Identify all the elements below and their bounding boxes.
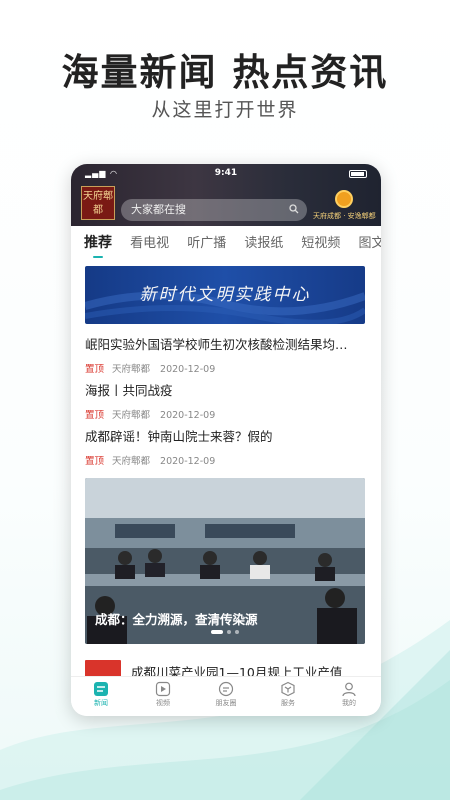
news-source: 天府郫都 xyxy=(112,456,151,467)
phone-frame: ▂▄▆ ◠ 9:41 天府郫都 大家都在搜 天府成都 · 安逸郫都 推荐 看电视… xyxy=(71,164,381,716)
news-date: 2020-12-09 xyxy=(160,410,216,421)
search-placeholder: 大家都在搜 xyxy=(131,203,186,216)
promo-subline: 从这里打开世界 xyxy=(151,99,299,121)
search-icon xyxy=(289,204,299,214)
hero-banner[interactable]: 新时代文明实践中心 xyxy=(85,266,365,324)
nav-label: 新闻 xyxy=(94,699,108,707)
tab-radio[interactable]: 听广播 xyxy=(187,227,226,261)
bottom-nav: 新闻 视频 朋友圈 服务 我的 xyxy=(71,676,381,716)
carousel-dot xyxy=(227,630,231,634)
news-meta: 置顶 天府郫都 2020-12-09 xyxy=(85,361,365,375)
hero-title: 新时代文明实践中心 xyxy=(139,285,311,305)
nav-label: 视频 xyxy=(156,699,170,707)
news-icon xyxy=(94,682,108,696)
tab-photo-text[interactable]: 图文 xyxy=(359,227,381,261)
news-item[interactable]: 海报丨共同战疫 置顶 天府郫都 2020-12-09 xyxy=(85,380,365,421)
nav-video[interactable]: 视频 xyxy=(143,681,183,708)
category-tabs: 推荐 看电视 听广播 读报纸 短视频 图文 xyxy=(71,226,381,262)
tab-short-video[interactable]: 短视频 xyxy=(301,227,340,261)
tab-recommend[interactable]: 推荐 xyxy=(84,226,112,260)
carousel-dot xyxy=(235,630,239,634)
news-date: 2020-12-09 xyxy=(160,364,216,375)
nav-moments[interactable]: 朋友圈 xyxy=(206,681,246,708)
carousel-dot-active xyxy=(211,630,223,634)
news-meta: 置顶 天府郫都 2020-12-09 xyxy=(85,453,365,467)
video-icon xyxy=(155,681,171,697)
status-bar: ▂▄▆ ◠ 9:41 xyxy=(71,168,381,182)
app-logo: 天府郫都 xyxy=(81,186,115,220)
tab-tv[interactable]: 看电视 xyxy=(130,227,169,261)
news-title: 海报丨共同战疫 xyxy=(85,383,173,398)
nav-service[interactable]: 服务 xyxy=(268,681,308,708)
pinned-badge: 置顶 xyxy=(85,410,105,421)
pinned-badge: 置顶 xyxy=(85,364,105,375)
nav-profile[interactable]: 我的 xyxy=(329,681,369,708)
chat-icon xyxy=(218,681,234,697)
news-title: 成都辟谣！钟南山院士来蓉？假的 xyxy=(85,429,273,444)
nav-label: 服务 xyxy=(281,699,295,707)
status-time: 9:41 xyxy=(214,168,238,178)
nav-news[interactable]: 新闻 xyxy=(81,681,121,708)
nav-label: 朋友圈 xyxy=(215,699,237,707)
service-icon xyxy=(281,681,295,697)
pinned-badge: 置顶 xyxy=(85,456,105,467)
photo-carousel[interactable]: 成都：全力溯源，查清传染源 xyxy=(85,478,365,644)
news-meta: 置顶 天府郫都 2020-12-09 xyxy=(85,407,365,421)
news-source: 天府郫都 xyxy=(112,410,151,421)
news-date: 2020-12-09 xyxy=(160,456,216,467)
brand-caption: 天府成都 · 安逸郫都 xyxy=(313,212,376,220)
brand-logo: 天府成都 · 安逸郫都 xyxy=(313,190,376,222)
news-title: 岷阳实验外国语学校师生初次核酸检测结果均… xyxy=(85,337,348,352)
search-input[interactable]: 大家都在搜 xyxy=(121,199,307,221)
tab-newspaper[interactable]: 读报纸 xyxy=(244,227,283,261)
carousel-indicator xyxy=(85,619,365,638)
news-source: 天府郫都 xyxy=(112,364,151,375)
battery-icon xyxy=(349,170,367,178)
user-icon xyxy=(342,682,356,697)
promo-headline: 海量新闻 热点资讯 xyxy=(61,51,389,94)
sun-logo-icon xyxy=(335,190,353,208)
news-item[interactable]: 成都辟谣！钟南山院士来蓉？假的 置顶 天府郫都 2020-12-09 xyxy=(85,426,365,467)
news-item[interactable]: 岷阳实验外国语学校师生初次核酸检测结果均… 置顶 天府郫都 2020-12-09 xyxy=(85,334,365,375)
header-banner: ▂▄▆ ◠ 9:41 天府郫都 大家都在搜 天府成都 · 安逸郫都 xyxy=(71,164,381,226)
nav-label: 我的 xyxy=(342,699,356,707)
